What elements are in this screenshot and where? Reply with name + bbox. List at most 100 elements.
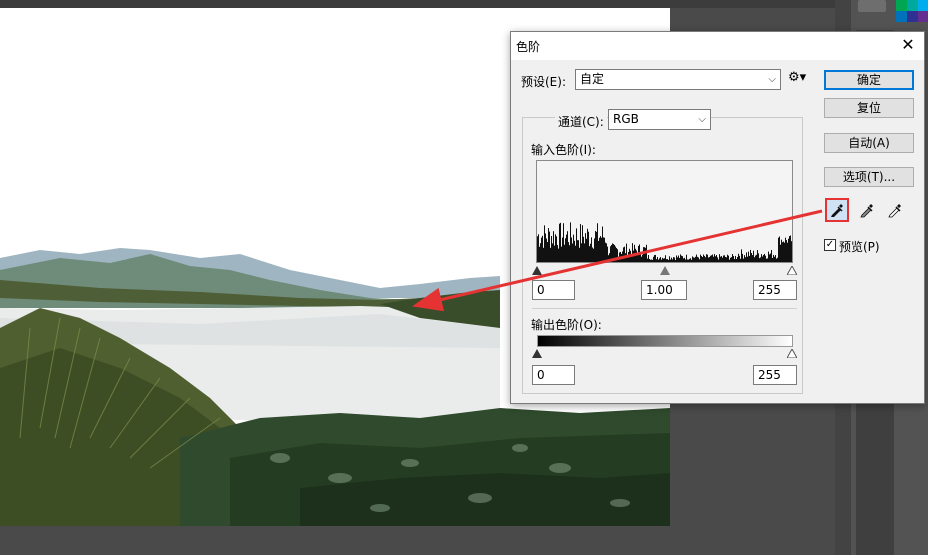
swatch[interactable]: [896, 0, 907, 11]
output-black-handle[interactable]: [532, 349, 542, 358]
channel-select[interactable]: RGB ⌵: [608, 109, 711, 130]
histogram-bar: [566, 234, 567, 262]
histogram-bar: [540, 243, 541, 262]
histogram-bar: [739, 255, 740, 262]
swatch[interactable]: [907, 11, 918, 22]
histogram-bar: [546, 238, 547, 262]
output-slider[interactable]: [532, 347, 797, 359]
histogram-bar: [728, 255, 729, 262]
histogram-bar: [735, 255, 736, 262]
preview-checkbox[interactable]: ✓: [824, 239, 836, 251]
histogram-bar: [701, 256, 702, 262]
panel-play-button[interactable]: [858, 0, 886, 12]
histogram-bar: [634, 244, 635, 262]
histogram-bar: [560, 222, 561, 262]
input-white-field[interactable]: 255: [753, 280, 797, 300]
output-white-handle[interactable]: [787, 349, 797, 358]
swatch[interactable]: [918, 11, 928, 22]
output-white-field[interactable]: 255: [753, 365, 797, 385]
histogram-bar: [615, 246, 616, 262]
histogram-bar: [571, 237, 572, 262]
ok-button[interactable]: 确定: [824, 70, 914, 90]
histogram-bar: [550, 247, 551, 262]
histogram-bar: [713, 256, 714, 262]
input-gamma-field[interactable]: 1.00: [641, 280, 687, 300]
histogram-bar: [642, 254, 643, 262]
histogram-bar: [686, 254, 687, 262]
swatches-panel[interactable]: [894, 0, 928, 30]
histogram-bar: [703, 254, 704, 262]
input-slider[interactable]: [532, 264, 797, 276]
histogram-bar: [537, 236, 538, 262]
histogram: [536, 160, 793, 263]
histogram-bar: [729, 259, 730, 262]
histogram-bar: [549, 231, 550, 262]
swatch[interactable]: [896, 11, 907, 22]
histogram-bar: [692, 256, 693, 262]
histogram-bar: [575, 245, 576, 262]
gear-icon[interactable]: ⚙▾: [788, 70, 806, 85]
histogram-bar: [607, 246, 608, 262]
swatch[interactable]: [918, 0, 928, 11]
histogram-bar: [783, 241, 784, 262]
input-black-field[interactable]: 0: [532, 280, 575, 300]
histogram-bar: [711, 255, 712, 262]
histogram-bar: [645, 247, 646, 262]
histogram-bar: [608, 255, 609, 262]
histogram-bar: [646, 244, 647, 262]
histogram-bar: [782, 242, 783, 262]
histogram-bar: [662, 257, 663, 262]
histogram-bar: [778, 237, 779, 262]
histogram-bar: [748, 251, 749, 262]
histogram-bar: [723, 255, 724, 262]
histogram-bar: [651, 259, 652, 262]
histogram-bar: [545, 233, 546, 262]
histogram-bar: [761, 254, 762, 262]
histogram-bar: [633, 250, 634, 262]
histogram-bar: [573, 234, 574, 262]
histogram-bar: [619, 252, 620, 262]
histogram-bar: [743, 258, 744, 262]
histogram-bar: [768, 251, 769, 262]
histogram-bar: [624, 246, 625, 262]
histogram-bar: [674, 257, 675, 262]
histogram-bar: [732, 254, 733, 262]
histogram-bar: [567, 231, 568, 262]
histogram-bar: [721, 256, 722, 262]
preset-select[interactable]: 自定 ⌵: [575, 69, 781, 90]
auto-button[interactable]: 自动(A): [824, 133, 914, 153]
histogram-bar: [551, 236, 552, 262]
histogram-bar: [548, 228, 549, 262]
input-gamma-handle[interactable]: [660, 266, 670, 275]
histogram-bar: [617, 249, 618, 262]
histogram-bar: [649, 258, 650, 262]
histogram-bar: [563, 223, 564, 262]
histogram-bar: [542, 235, 543, 262]
close-icon[interactable]: ✕: [898, 35, 918, 55]
histogram-bar: [543, 247, 544, 262]
histogram-bar: [779, 236, 780, 262]
options-button[interactable]: 选项(T)...: [824, 167, 914, 187]
histogram-bar: [558, 248, 559, 262]
eyedropper-black-icon[interactable]: [825, 198, 849, 222]
histogram-bar: [688, 259, 689, 262]
reset-button[interactable]: 复位: [824, 98, 914, 118]
histogram-bar: [585, 233, 586, 262]
histogram-bar: [581, 243, 582, 262]
histogram-bar: [706, 254, 707, 262]
histogram-bar: [741, 249, 742, 262]
histogram-bar: [612, 243, 613, 262]
histogram-bar: [609, 253, 610, 262]
input-white-handle[interactable]: [787, 266, 797, 275]
histogram-bar: [719, 254, 720, 262]
histogram-bar: [626, 243, 627, 262]
output-black-field[interactable]: 0: [532, 365, 575, 385]
histogram-bar: [618, 256, 619, 262]
input-black-handle[interactable]: [532, 266, 542, 275]
eyedropper-gray-icon[interactable]: [855, 198, 879, 222]
swatch[interactable]: [907, 0, 918, 11]
dialog-titlebar[interactable]: 色阶 ✕: [511, 32, 924, 60]
eyedropper-white-icon[interactable]: [883, 198, 907, 222]
histogram-bar: [631, 255, 632, 262]
histogram-bar: [712, 254, 713, 262]
